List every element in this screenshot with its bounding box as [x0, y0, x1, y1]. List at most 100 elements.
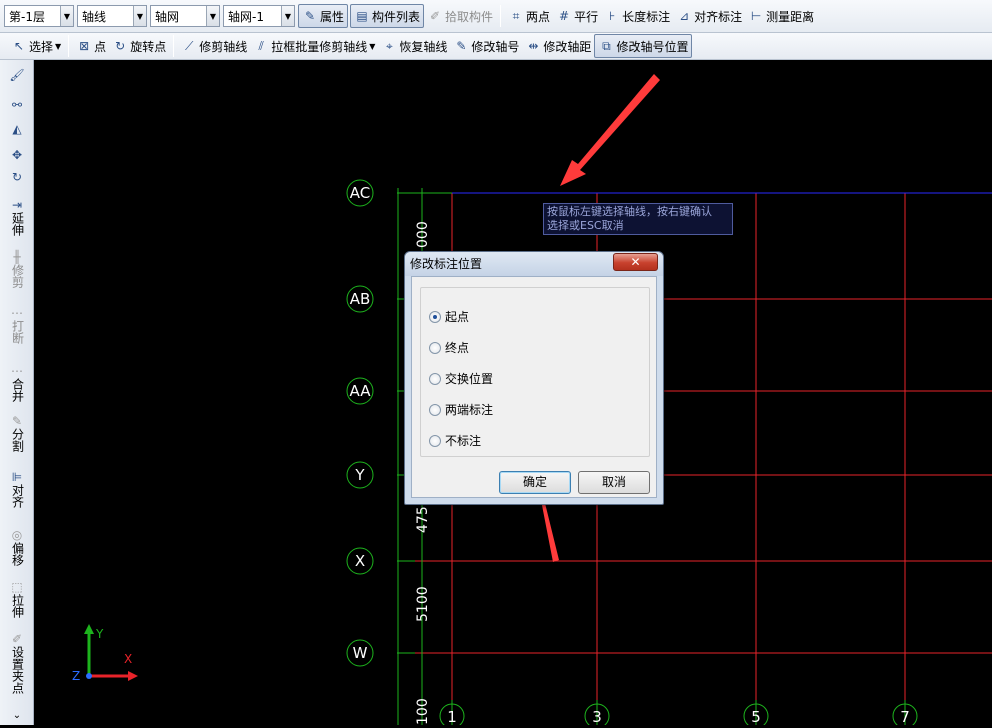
close-button[interactable]: ✕: [613, 253, 658, 271]
restore-axis-button[interactable]: ⌖ 恢复轴线: [378, 34, 450, 58]
select-button[interactable]: ↖ 选择 ▼: [8, 34, 64, 58]
option-no-label[interactable]: 不标注: [429, 432, 481, 449]
extend-button[interactable]: ⇥ 延伸: [0, 198, 34, 236]
floor-select[interactable]: 第-1层 ▼: [4, 5, 74, 27]
floor-select-value: 第-1层: [9, 9, 45, 24]
item-select[interactable]: 轴网-1 ▼: [223, 5, 295, 27]
point-button[interactable]: ⊠ 点: [73, 34, 109, 58]
restore-icon: ⌖: [386, 38, 393, 53]
category-select[interactable]: 轴线 ▼: [77, 5, 147, 27]
pencil-icon: ✎: [456, 39, 467, 53]
align-button[interactable]: ⊫ 对齐: [0, 470, 34, 508]
ucs-y-arrow: [84, 624, 94, 634]
ucs-x-arrow: [128, 671, 138, 681]
dimension-text: 000: [415, 221, 431, 248]
col-bubbles: [439, 703, 918, 728]
toolbar-separator: [500, 5, 502, 27]
row-label: W: [353, 644, 368, 662]
rotate-point-label: 旋转点: [130, 39, 167, 54]
radio-icon: [429, 403, 441, 416]
trim-axis-label: 修剪轴线: [199, 39, 248, 54]
tooltip-line: 选择或ESC取消: [547, 219, 624, 232]
ucs-icon: Y X Z: [72, 624, 138, 683]
type-select[interactable]: 轴网 ▼: [150, 5, 220, 27]
set-clip-button[interactable]: ✐ 设置夹点: [0, 632, 34, 694]
dimension-text: 475: [415, 506, 431, 533]
pick-component-button[interactable]: ✐ 拾取构件: [424, 4, 496, 28]
col-label: 7: [900, 708, 910, 725]
option-label: 交换位置: [445, 372, 494, 386]
radio-icon: [429, 310, 441, 323]
set-clip-label: 设置夹点: [10, 646, 25, 694]
axis-toolbar: ↖ 选择 ▼ ⊠ 点 ↻ 旋转点 ⟋ 修剪轴线 ⫽ 拉框批量修剪轴线 ▼ ⌖ 恢复轴线 ✎ 修改轴…: [0, 33, 992, 60]
trim-button[interactable]: ╫ 修剪: [0, 250, 34, 288]
component-list-button[interactable]: ▤ 构件列表: [350, 4, 425, 28]
rotate-point-button[interactable]: ↻ 旋转点: [109, 34, 169, 58]
copy-icon[interactable]: ⚯: [0, 98, 34, 112]
break-label: 打断: [10, 320, 25, 344]
col-label: 1: [447, 708, 457, 725]
ok-button[interactable]: 确定: [499, 471, 571, 494]
batch-trim-label: 拉框批量修剪轴线: [271, 39, 368, 54]
ucs-z-label: Z: [72, 669, 80, 683]
toolbar-separator: [173, 35, 175, 57]
trim-icon: ⟋: [185, 38, 194, 53]
radio-icon: [429, 372, 441, 385]
edit-axis-no-button[interactable]: ✎ 修改轴号: [450, 34, 522, 58]
row-label: Y: [354, 466, 365, 484]
extend-icon: ⇥: [11, 198, 23, 212]
ucs-origin: [86, 673, 92, 679]
option-swap[interactable]: 交换位置: [429, 370, 493, 387]
row-bubbles: [346, 179, 374, 667]
cancel-button[interactable]: 取消: [578, 471, 650, 494]
trim-label: 修剪: [10, 264, 25, 288]
batch-trim-button[interactable]: ⫽ 拉框批量修剪轴线 ▼: [250, 34, 378, 58]
chevron-down-icon: ▼: [206, 6, 219, 26]
length-dim-icon: ⊦: [608, 9, 616, 23]
radio-icon: [429, 341, 441, 354]
option-start[interactable]: 起点: [429, 308, 469, 325]
option-end[interactable]: 终点: [429, 339, 469, 356]
col-label: 5: [751, 708, 761, 725]
edit-axis-dist-button[interactable]: ⇹ 修改轴距: [522, 34, 594, 58]
option-both-ends[interactable]: 两端标注: [429, 401, 493, 418]
split-button[interactable]: ✎ 分割: [0, 414, 34, 452]
restore-axis-label: 恢复轴线: [399, 39, 448, 54]
move-icon[interactable]: ✥: [0, 148, 34, 162]
trim-icon: ╫: [13, 250, 21, 264]
two-points-button[interactable]: ⌗ 两点: [505, 4, 553, 28]
chevron-down-icon: ▼: [369, 41, 376, 51]
left-toolbar: 🖌 ⚯ ◭ ✥ ↻ ⇥ 延伸 ╫ 修剪 ⋯ 打断 ⋯ 合并 ✎ 分割 ⊫ 对齐 ◎ 偏移 ⬚ 拉…: [0, 60, 34, 725]
trim-axis-button[interactable]: ⟋ 修剪轴线: [178, 34, 250, 58]
length-dim-label: 长度标注: [622, 9, 671, 24]
break-button[interactable]: ⋯ 打断: [0, 306, 34, 344]
clip-icon: ✐: [11, 632, 23, 646]
ucs-y-label: Y: [95, 627, 104, 641]
mirror-icon[interactable]: ◭: [0, 122, 34, 136]
merge-button[interactable]: ⋯ 合并: [0, 364, 34, 402]
edit-axis-pos-button[interactable]: ⧉ 修改轴号位置: [594, 34, 693, 58]
property-button[interactable]: ✎ 属性: [298, 4, 349, 28]
brush-icon[interactable]: 🖌: [0, 68, 34, 82]
edit-axis-pos-label: 修改轴号位置: [616, 39, 689, 54]
align-dim-label: 对齐标注: [694, 9, 743, 24]
merge-label: 合并: [10, 378, 25, 402]
rotate-icon[interactable]: ↻: [0, 170, 34, 184]
align-dim-button[interactable]: ⊿ 对齐标注: [673, 4, 745, 28]
chevron-down-icon: ▼: [60, 6, 73, 26]
arrow-to-axis: [560, 74, 660, 186]
stretch-button[interactable]: ⬚ 拉伸: [0, 580, 34, 618]
batch-trim-icon: ⫽: [258, 38, 264, 53]
row-label: AB: [350, 290, 371, 308]
dialog-body: 起点 终点 交换位置 两端标注 不标注 确定 取消: [411, 276, 657, 498]
chevron-double-down-icon[interactable]: ⌄: [0, 710, 34, 721]
pick-component-label: 拾取构件: [445, 9, 494, 24]
stretch-label: 拉伸: [10, 594, 25, 618]
offset-button[interactable]: ◎ 偏移: [0, 528, 34, 566]
split-icon: ✎: [11, 414, 23, 428]
measure-button[interactable]: ⊢ 测量距离: [745, 4, 817, 28]
parallel-icon: #: [559, 9, 570, 23]
parallel-button[interactable]: # 平行: [553, 4, 601, 28]
length-dim-button[interactable]: ⊦ 长度标注: [601, 4, 673, 28]
option-label: 起点: [445, 310, 470, 324]
